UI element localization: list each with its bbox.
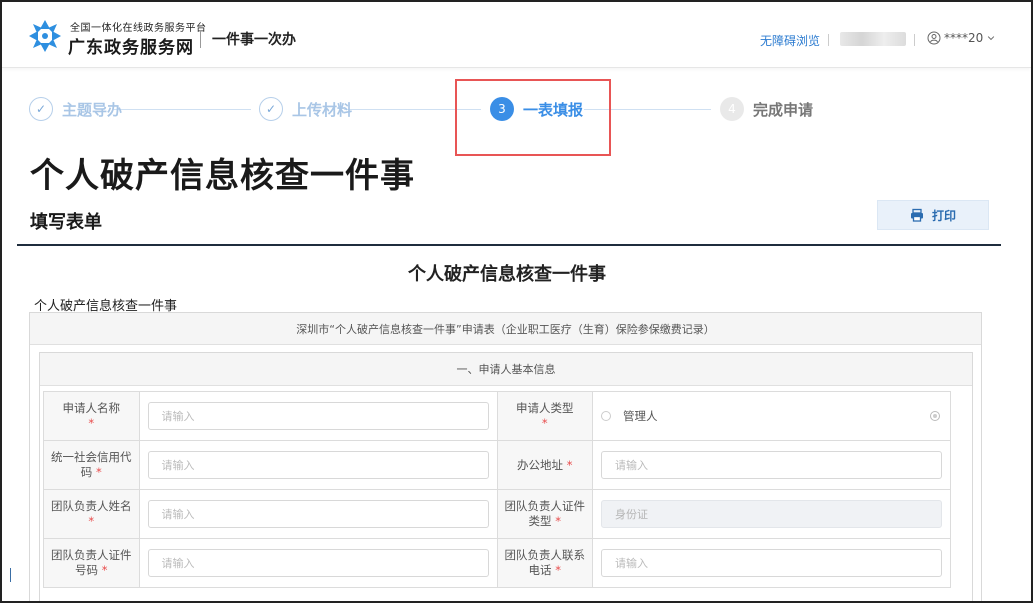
page-title: 个人破产信息核查一件事 [30, 156, 415, 196]
applicant-type-radio[interactable]: 管理人 [601, 402, 942, 430]
leader-name-input[interactable]: 请输入 [147, 500, 489, 528]
clear-icon[interactable] [930, 411, 940, 421]
user-name: ****20 [944, 31, 984, 45]
form-container: 深圳市“个人破产信息核查一件事”申请表（企业职工医疗（生育）保险参保缴费记录） … [29, 312, 982, 601]
check-icon: ✓ [29, 97, 53, 121]
accessibility-link[interactable]: 无障碍浏览 [760, 32, 820, 49]
step-2: ✓ 上传材料 [259, 97, 352, 121]
header-divider [828, 34, 829, 46]
office-address-input[interactable]: 请输入 [601, 451, 942, 479]
step-label: 上传材料 [292, 100, 353, 119]
step-label: 主题导办 [62, 100, 123, 119]
top-header: 全国一体化在线政务服务平台 广东政务服务网 一件事一次办 无障碍浏览 ****2… [2, 2, 1031, 68]
text-cursor [10, 568, 11, 582]
logo-icon [29, 20, 61, 52]
form-title: 个人破产信息核查一件事 [408, 264, 606, 285]
browser-frame: 全国一体化在线政务服务平台 广东政务服务网 一件事一次办 无障碍浏览 ****2… [0, 0, 1033, 603]
applicant-name-input[interactable]: 请输入 [147, 402, 489, 430]
form-grid: 申请人名称 * 请输入 申请人类型 * 管理人 统一社会信用代码 * 请输入 办公地… [43, 391, 951, 588]
highlight-annotation [455, 79, 611, 156]
step-1: ✓ 主题导办 [29, 97, 122, 121]
field-label: 团队负责人证件类型 * [496, 489, 593, 539]
leader-phone-input[interactable]: 请输入 [601, 549, 942, 577]
print-label: 打印 [931, 208, 956, 223]
step-number: 4 [720, 97, 744, 121]
logo-divider [200, 30, 201, 48]
field-label: 团队负责人姓名 * [43, 489, 140, 539]
form-row: 统一社会信用代码 * 请输入 办公地址 * 请输入 [43, 440, 951, 490]
logo-subtitle: 全国一体化在线政务服务平台 [70, 23, 207, 34]
print-button[interactable]: 打印 [877, 200, 989, 230]
credit-code-input[interactable]: 请输入 [147, 451, 489, 479]
site-slogan: 一件事一次办 [212, 32, 296, 48]
field-label: 申请人名称 * [43, 391, 140, 441]
leader-id-type-field: 身份证 [601, 500, 942, 528]
leader-id-number-input[interactable]: 请输入 [147, 549, 489, 577]
radio-button[interactable] [601, 411, 611, 421]
step-connector [114, 109, 251, 110]
step-label: 完成申请 [753, 100, 814, 119]
field-label: 统一社会信用代码 * [43, 440, 140, 490]
form-table-header: 深圳市“个人破产信息核查一件事”申请表（企业职工医疗（生育）保险参保缴费记录） [30, 313, 981, 345]
field-label: 办公地址 * [496, 440, 593, 490]
form-row: 团队负责人证件号码 * 请输入 团队负责人联系电话 * 请输入 [43, 538, 951, 588]
user-icon [927, 31, 941, 45]
logo-title[interactable]: 广东政务服务网 [68, 33, 194, 58]
user-menu[interactable]: ****20 [927, 31, 996, 45]
step-4: 4 完成申请 [720, 97, 813, 121]
chevron-down-icon [988, 36, 995, 41]
section-header: 一、申请人基本信息 [40, 353, 972, 386]
blurred-info [840, 32, 906, 46]
field-label: 团队负责人联系电话 * [496, 538, 593, 588]
section-divider [17, 244, 1001, 246]
radio-label: 管理人 [623, 409, 658, 423]
header-divider [914, 34, 915, 46]
form-row: 申请人名称 * 请输入 申请人类型 * 管理人 [43, 391, 951, 441]
field-label: 申请人类型 * [496, 391, 593, 441]
form-row: 团队负责人姓名 * 请输入 团队负责人证件类型 * 身份证 [43, 489, 951, 539]
field-label: 团队负责人证件号码 * [43, 538, 140, 588]
check-icon: ✓ [259, 97, 283, 121]
printer-icon [910, 208, 923, 222]
section-title: 填写表单 [30, 212, 102, 233]
